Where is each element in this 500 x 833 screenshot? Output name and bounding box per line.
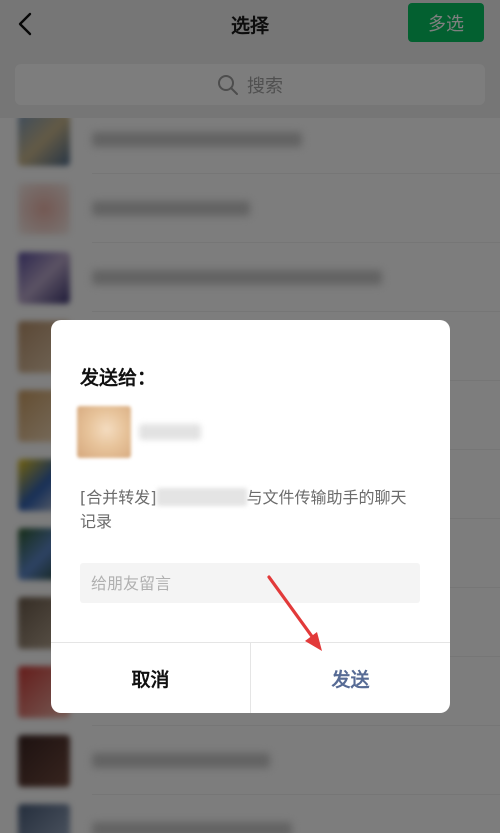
preview-prefix: [合并转发] [80,488,157,507]
dialog-title: 发送给： [80,367,157,389]
recipient-name-redacted [139,424,201,440]
dialog-actions: 取消 发送 [51,642,450,713]
recipient-avatar [77,406,131,458]
send-button[interactable]: 发送 [251,643,450,713]
message-input[interactable] [80,563,420,603]
forward-preview: [合并转发] 与文件传输助手的聊天记录 [80,486,410,534]
cancel-button[interactable]: 取消 [51,643,251,713]
send-to-dialog: 发送给： [合并转发]与文件传输助手的聊天记录 取消 发送 [51,320,450,713]
redacted-name [156,488,247,506]
